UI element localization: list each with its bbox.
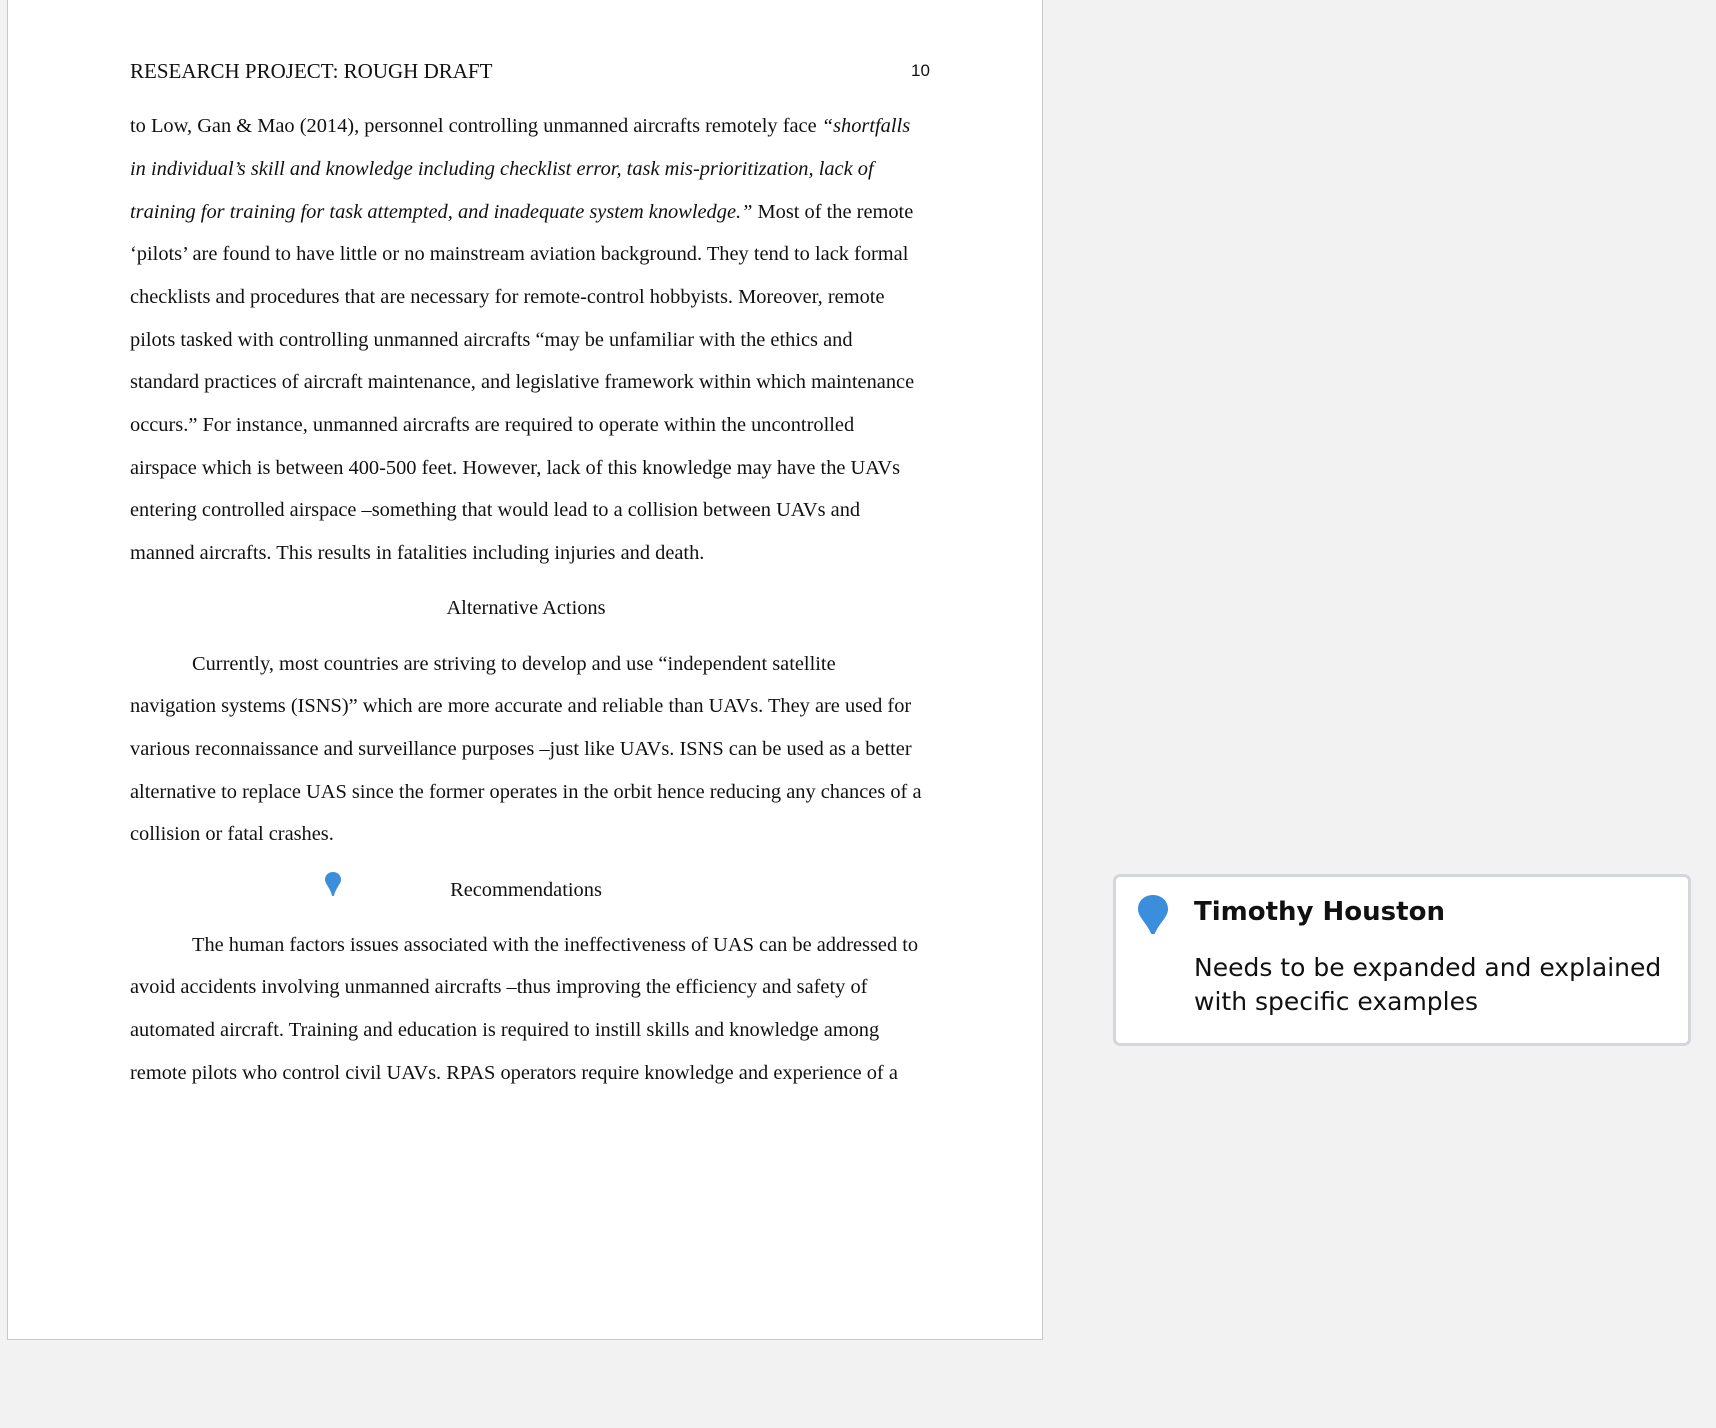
body-line: Currently, most countries are striving t…	[192, 653, 836, 675]
body-line: automated aircraft. Training and educati…	[130, 1019, 880, 1041]
running-head: RESEARCH PROJECT: ROUGH DRAFT	[130, 59, 493, 83]
body-line: navigation systems (ISNS)” which are mor…	[130, 695, 912, 717]
section-heading-recommendations: Recommendations	[450, 879, 602, 901]
body-line: standard practices of aircraft maintenan…	[130, 371, 915, 393]
body-line: various reconnaissance and surveillance …	[130, 738, 912, 760]
comment-text: Needs to be expanded and explained with …	[1194, 953, 1662, 1016]
body-line: occurs.” For instance, unmanned aircraft…	[130, 414, 855, 436]
section-heading-alternative-actions: Alternative Actions	[446, 597, 606, 619]
page-number: 10	[911, 61, 930, 80]
body-line: manned aircrafts. This results in fatali…	[130, 542, 705, 564]
body-line: The human factors issues associated with…	[192, 934, 919, 956]
body-line: in individual’s skill and knowledge incl…	[130, 158, 874, 180]
body-line: checklists and procedures that are neces…	[130, 286, 885, 308]
body-line: alternative to replace UAS since the for…	[130, 781, 922, 803]
body-line: entering controlled airspace –something …	[130, 499, 861, 521]
body-line: avoid accidents involving unmanned aircr…	[130, 976, 868, 998]
comment-pin-icon	[1138, 895, 1168, 934]
document-page: RESEARCH PROJECT: ROUGH DRAFT 10 to Low,…	[7, 0, 1043, 1340]
comment-card[interactable]: Timothy Houston Needs to be expanded and…	[1113, 874, 1691, 1046]
body-line: to Low, Gan & Mao (2014), personnel cont…	[130, 115, 911, 137]
body-line: remote pilots who control civil UAVs. RP…	[130, 1062, 898, 1084]
body-line: collision or fatal crashes.	[130, 823, 334, 845]
comment-author: Timothy Houston	[1194, 897, 1445, 927]
body-line: ‘pilots’ are found to have little or no …	[130, 243, 909, 265]
body-line: pilots tasked with controlling unmanned …	[130, 329, 853, 351]
body-line: airspace which is between 400-500 feet. …	[130, 457, 901, 479]
body-line: training for training for task attempted…	[130, 201, 914, 223]
